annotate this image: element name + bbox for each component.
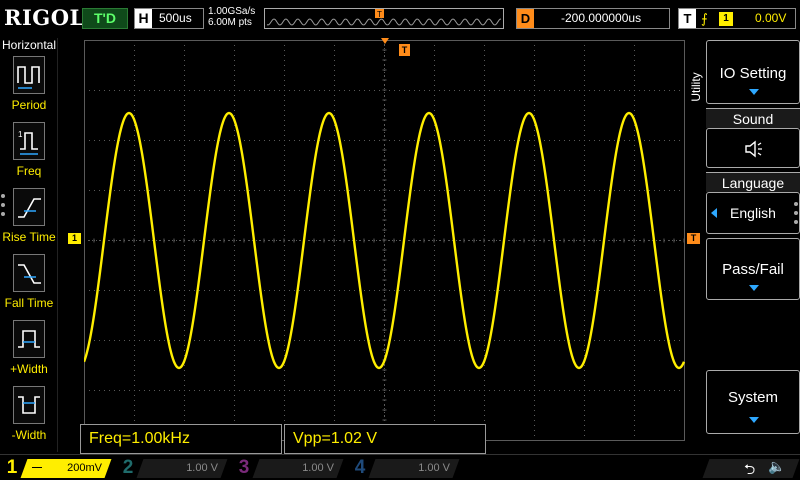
menu-page-indicator — [1, 194, 7, 221]
rise-time-icon — [13, 188, 45, 226]
sound-header: Sound — [706, 108, 800, 128]
dc-coupling-icon — [32, 467, 42, 468]
measure-item-label: Fall Time — [4, 296, 54, 310]
trigger-readout[interactable]: T ⨍ 1 0.00V — [678, 8, 796, 29]
channel1-offset-marker[interactable]: 1 — [68, 233, 81, 244]
channel-number: 4 — [354, 457, 366, 478]
measure-item-positive-width[interactable]: +Width — [0, 320, 58, 384]
measure-item-label: Freq — [16, 164, 42, 178]
channel1-indicator[interactable]: 1 200mV — [2, 457, 112, 479]
svg-text:1: 1 — [18, 130, 23, 139]
acquisition-info: 1.00GSa/s 6.00M pts — [208, 6, 255, 28]
measure-item-negative-width[interactable]: -Width — [0, 386, 58, 450]
measure-item-label: Rise Time — [2, 230, 56, 244]
status-icons: ⮌ 🔈 — [702, 457, 800, 479]
utility-side-tab: Utility — [689, 72, 703, 102]
usb-icon: ⮌ — [744, 461, 756, 477]
channel-number: 1 — [6, 457, 18, 478]
rigol-logo: RIGOL — [4, 5, 85, 30]
horizontal-letter: H — [135, 9, 152, 28]
measure-item-label: -Width — [11, 428, 47, 442]
memory-depth: 6.00M pts — [208, 17, 252, 28]
delay-value: -200.000000us — [561, 11, 642, 25]
channel-scale: 1.00 V — [418, 462, 450, 474]
system-label: System — [727, 389, 778, 406]
utility-menu: Utility IO Setting Sound Language Englis… — [686, 38, 800, 452]
measure-item-period[interactable]: Period — [0, 56, 58, 120]
timebase-value: 500us — [159, 11, 192, 25]
measure-item-label: Period — [11, 98, 47, 112]
pass-fail-label: Pass/Fail — [722, 261, 784, 278]
memory-overview-bar[interactable]: T — [264, 8, 504, 29]
menu-page-indicator — [794, 202, 800, 229]
measurement-vpp[interactable]: Vpp=1.02 V — [284, 424, 486, 454]
positive-width-icon — [13, 320, 45, 358]
io-setting-label: IO Setting — [719, 65, 787, 82]
trigger-source-badge: 1 — [719, 12, 733, 26]
channel1-waveform — [84, 111, 685, 370]
run-stop-status[interactable]: T'D — [82, 8, 128, 29]
trigger-level-value: 0.00V — [755, 11, 787, 25]
measurement-frequency[interactable]: Freq=1.00kHz — [80, 424, 282, 454]
language-value: English — [730, 205, 776, 221]
sample-rate: 1.00GSa/s — [208, 6, 256, 17]
timebase-readout[interactable]: H 500us — [134, 8, 204, 29]
period-icon — [13, 56, 45, 94]
frequency-icon: 1 — [13, 122, 45, 160]
memory-waveform-preview: T — [266, 9, 502, 26]
system-button[interactable]: System — [706, 370, 800, 434]
fall-time-icon — [13, 254, 45, 292]
pass-fail-button[interactable]: Pass/Fail — [706, 238, 800, 300]
channel2-indicator[interactable]: 2 1.00 V — [118, 457, 228, 479]
chevron-down-icon — [749, 89, 759, 95]
channel3-indicator[interactable]: 3 1.00 V — [234, 457, 344, 479]
measure-item-fall-time[interactable]: Fall Time — [0, 254, 58, 318]
sound-toggle-button[interactable] — [706, 128, 800, 168]
channel-scale: 1.00 V — [302, 462, 334, 474]
memory-trigger-marker: T — [377, 10, 382, 19]
trigger-position-arrow — [381, 38, 389, 44]
channel-number: 3 — [238, 457, 250, 478]
measure-menu: Horizontal Period 1 Freq Rise Time Fall … — [0, 38, 58, 452]
io-setting-button[interactable]: IO Setting — [706, 40, 800, 104]
trigger-letter: T — [679, 9, 696, 28]
delay-letter: D — [517, 9, 534, 28]
horizontal-delay-readout[interactable]: D -200.000000us — [516, 8, 670, 29]
status-bar: RIGOL T'D H 500us 1.00GSa/s 6.00M pts T … — [0, 0, 800, 36]
speaker-icon[interactable]: 🔈 — [768, 458, 785, 475]
language-selector[interactable]: English — [706, 192, 800, 234]
measure-item-rise-time[interactable]: Rise Time — [0, 188, 58, 252]
channel-scale: 200mV — [67, 462, 102, 474]
channel1-trace — [84, 111, 685, 370]
negative-width-icon — [13, 386, 45, 424]
menu-title: Horizontal — [2, 38, 57, 52]
chevron-down-icon — [749, 417, 759, 423]
measure-item-label: +Width — [10, 362, 48, 376]
channel-number: 2 — [122, 457, 134, 478]
trigger-position-marker[interactable]: T — [399, 44, 410, 56]
waveform-display[interactable] — [84, 40, 685, 441]
channel-bar: 1 200mV 2 1.00 V 3 1.00 V 4 1.00 V ⮌ 🔈 — [0, 454, 800, 480]
rising-edge-icon: ⨍ — [701, 11, 708, 26]
language-header: Language — [706, 172, 800, 192]
channel-scale: 1.00 V — [186, 462, 218, 474]
measure-item-frequency[interactable]: 1 Freq — [0, 122, 58, 186]
speaker-icon — [745, 140, 762, 158]
channel4-indicator[interactable]: 4 1.00 V — [350, 457, 460, 479]
chevron-down-icon — [749, 285, 759, 291]
